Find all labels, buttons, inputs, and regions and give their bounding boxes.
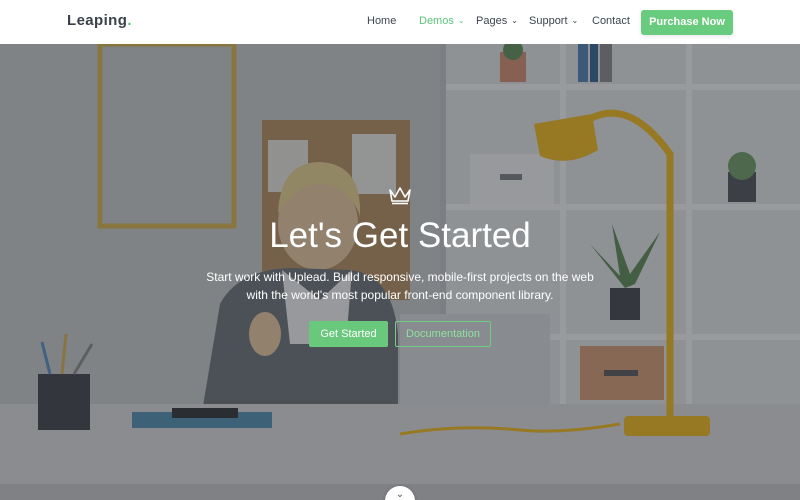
chevron-down-icon: ⌄: [395, 489, 405, 500]
nav-item-demos[interactable]: Demos ⌄: [419, 15, 465, 27]
nav-item-label: Support: [529, 15, 568, 27]
nav-item-label: Pages: [476, 15, 508, 27]
get-started-button[interactable]: Get Started: [309, 321, 388, 347]
hero-subtitle-line-1: Start work with Uplead. Build responsive…: [206, 270, 594, 284]
documentation-button[interactable]: Documentation: [395, 321, 491, 347]
nav-item-pages[interactable]: Pages ⌄: [476, 15, 518, 27]
nav-item-home[interactable]: Home: [367, 15, 396, 27]
chevron-down-icon: ⌄: [571, 16, 579, 25]
crown-icon: [389, 187, 411, 205]
brand-dot: .: [127, 12, 132, 29]
hero-subtitle-line-2: with the world's most popular front-end …: [246, 288, 554, 302]
nav-item-label: Contact: [592, 15, 630, 27]
top-navbar: Leaping. Home Demos ⌄ Pages ⌄ Support ⌄ Con…: [0, 0, 800, 44]
brand-name: Leaping: [67, 12, 128, 29]
nav-item-contact[interactable]: Contact: [592, 15, 630, 27]
chevron-down-icon: ⌄: [457, 16, 465, 25]
nav-item-label: Home: [367, 15, 397, 27]
purchase-now-button[interactable]: Purchase Now: [641, 10, 733, 35]
hero-section: Let's Get Started Start work with Uplead…: [0, 44, 800, 500]
scroll-down-button[interactable]: ⌄: [385, 486, 415, 500]
chevron-down-icon: ⌄: [511, 16, 518, 25]
nav-item-support[interactable]: Support ⌄: [529, 15, 578, 27]
nav-item-label: Demos: [419, 15, 454, 27]
brand-logo[interactable]: Leaping.: [67, 12, 132, 29]
hero-title: Let's Get Started: [269, 216, 531, 255]
